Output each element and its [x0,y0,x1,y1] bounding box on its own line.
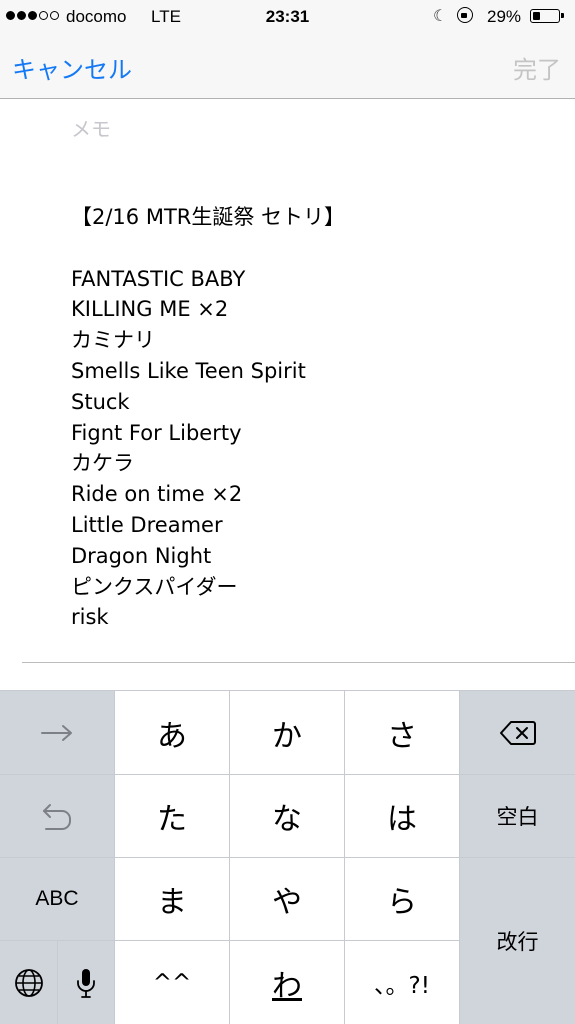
kana-key-ka[interactable]: か [230,691,344,774]
undo-icon [40,800,74,832]
song-line: Little Dreamer [71,512,223,537]
song-line: ピンクスパイダー [71,574,238,599]
next-candidate-key[interactable] [0,691,114,774]
kana-key-wa[interactable]: わ [230,941,344,1024]
song-line: Dragon Night [71,543,212,568]
kana-key-ta[interactable]: た [115,775,229,857]
battery-icon [530,9,564,23]
microphone-icon [76,967,96,999]
song-line: カミナリ [71,328,155,353]
arrow-right-icon [40,724,74,742]
globe-key[interactable] [0,941,57,1024]
song-line: FANTASTIC BABY [71,266,246,291]
memo-placeholder: メモ [71,117,111,141]
punctuation-key[interactable]: 、。?! [345,941,459,1024]
return-key[interactable]: 改行 [460,858,575,1024]
battery-level-fill [532,11,540,20]
do-not-disturb-icon: ☾ [433,8,448,25]
song-line: Ride on time ×2 [71,482,243,507]
kana-key-ra[interactable]: ら [345,858,459,940]
content-divider [22,662,575,663]
cancel-button[interactable]: キャンセル [12,50,132,85]
battery-percent: 29% [487,7,522,26]
status-bar: docomo LTE 23:31 ☾ 29% [0,0,575,34]
memo-editor[interactable]: メモ 【2/16 MTR生誕祭 セトリ】 FANTASTIC BABY KILL… [0,99,575,689]
song-line: Stuck [71,389,130,414]
space-key[interactable]: 空白 [460,775,575,857]
kana-key-ya[interactable]: や [230,858,344,940]
song-line: Smells Like Teen Spirit [71,358,306,383]
song-line: KILLING ME ×2 [71,297,229,322]
kana-key-ha[interactable]: は [345,775,459,857]
delete-key[interactable] [460,691,575,774]
backspace-icon [499,720,537,746]
navigation-bar: キャンセル 完了 [0,34,575,99]
kana-key-na[interactable]: な [230,775,344,857]
song-line: Fignt For Liberty [71,420,242,445]
song-line: カケラ [71,451,134,476]
kana-key-sa[interactable]: さ [345,691,459,774]
abc-mode-key[interactable]: ABC [0,858,114,940]
rotation-lock-icon [457,7,473,23]
note-title: 【2/16 MTR生誕祭 セトリ】 [71,205,346,229]
kana-key-a[interactable]: あ [115,691,229,774]
undo-key[interactable] [0,775,114,857]
japanese-kana-keyboard: あ か さ た な は 空白 ABC ま や ら 改行 ^^ わ 、。?! [0,690,575,1024]
globe-icon [14,968,44,998]
dictation-key[interactable] [58,941,114,1024]
kana-key-ma[interactable]: ま [115,858,229,940]
note-text-area[interactable]: 【2/16 MTR生誕祭 セトリ】 FANTASTIC BABY KILLING… [71,202,541,633]
song-line: risk [71,605,109,630]
done-button[interactable]: 完了 [513,50,561,85]
emoticon-key[interactable]: ^^ [115,941,229,1024]
